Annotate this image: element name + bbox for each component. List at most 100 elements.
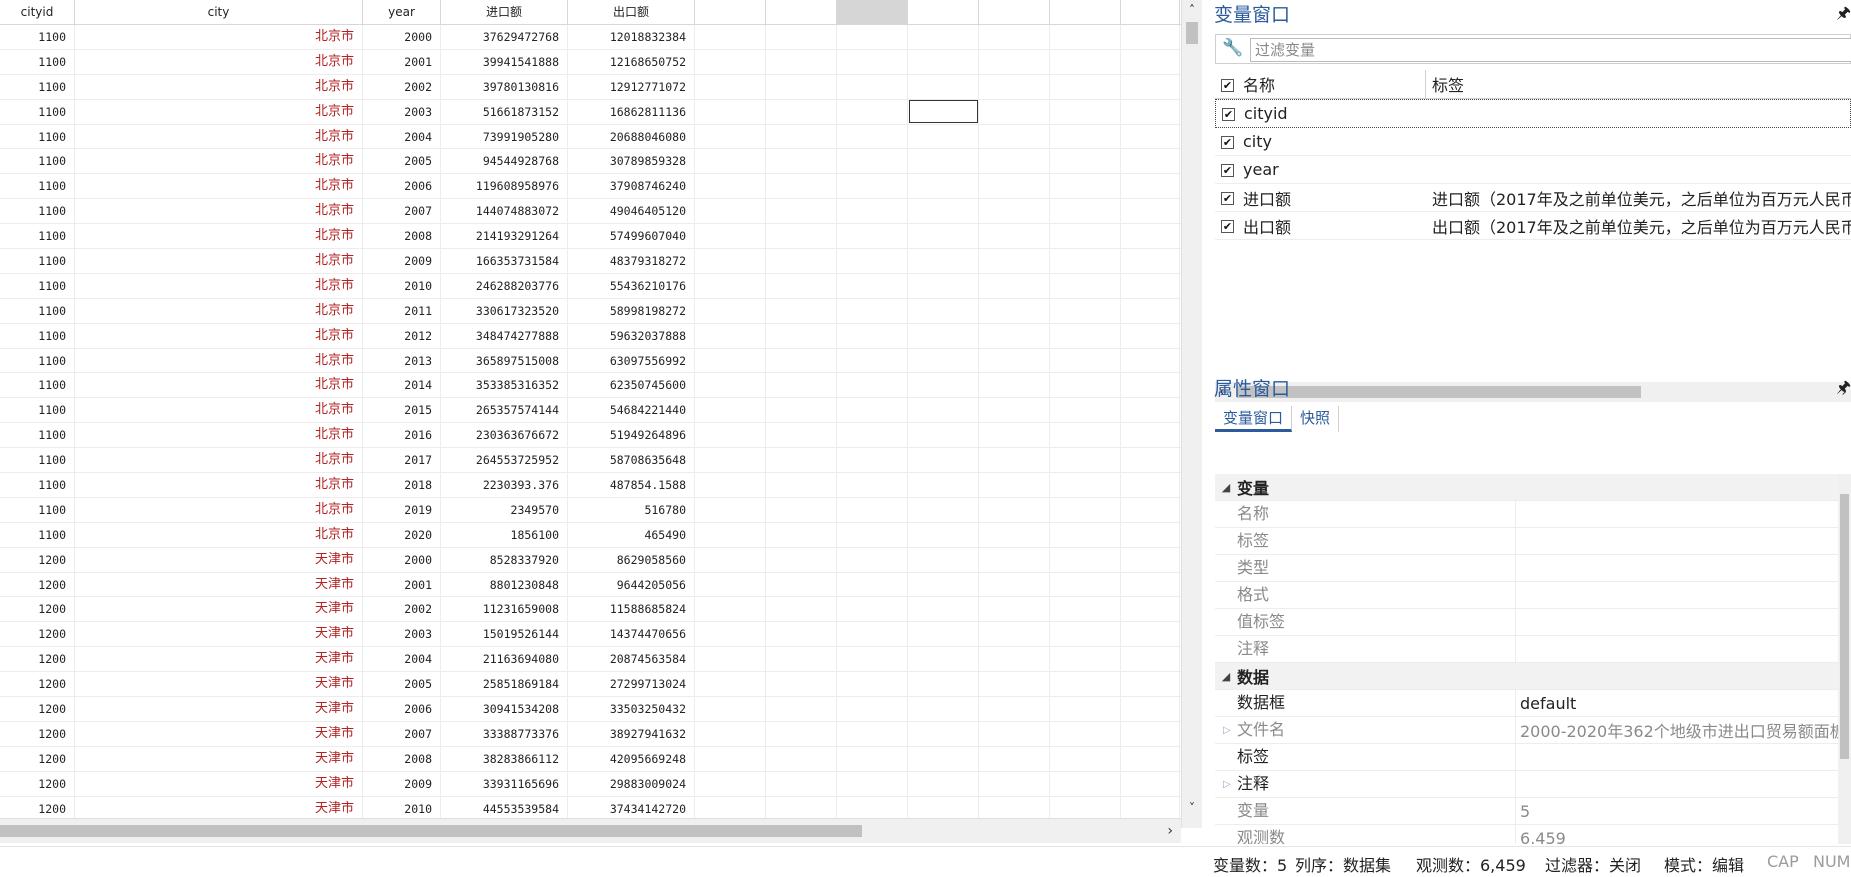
table-cell[interactable]: 2017 [363, 448, 441, 473]
table-cell[interactable]: 48379318272 [568, 249, 695, 273]
table-cell[interactable] [908, 746, 979, 771]
table-cell[interactable]: 30789859328 [568, 149, 695, 174]
table-row[interactable]: 1100 北京市 2010 246288203776 55436210176 [0, 273, 1181, 299]
property-row[interactable]: 值标签 [1215, 609, 1851, 636]
table-cell[interactable] [1050, 398, 1121, 423]
table-cell[interactable] [837, 224, 908, 249]
table-cell[interactable]: 51949264896 [568, 423, 695, 448]
table-cell[interactable]: 365897515008 [441, 348, 568, 373]
table-cell[interactable]: 11231659008 [441, 597, 568, 622]
table-cell[interactable] [695, 746, 766, 771]
table-cell[interactable] [908, 771, 979, 796]
table-cell[interactable]: 54684221440 [568, 398, 695, 423]
table-cell[interactable]: 2000 [363, 25, 441, 49]
table-cell[interactable]: 44553539584 [441, 796, 568, 818]
table-cell[interactable]: 天津市 [75, 697, 363, 721]
table-row[interactable]: 1100 北京市 2001 39941541888 12168650752 [0, 49, 1181, 75]
table-cell[interactable] [1050, 448, 1121, 473]
table-cell[interactable] [908, 697, 979, 721]
table-cell[interactable]: 2230393.376 [441, 473, 568, 497]
table-cell[interactable]: 38283866112 [441, 746, 568, 771]
table-cell[interactable]: 59632037888 [568, 323, 695, 348]
table-cell[interactable] [1121, 74, 1180, 99]
table-cell[interactable]: 14374470656 [568, 622, 695, 647]
table-cell[interactable]: 天津市 [75, 672, 363, 697]
table-cell[interactable] [766, 473, 837, 497]
table-cell[interactable]: 264553725952 [441, 448, 568, 473]
table-cell[interactable]: 2001 [363, 572, 441, 597]
table-row[interactable]: 1100 北京市 2019 2349570 516780 [0, 497, 1181, 523]
table-cell[interactable]: 1100 [0, 249, 75, 273]
table-row[interactable]: 1100 北京市 2014 353385316352 62350745600 [0, 373, 1181, 399]
table-cell[interactable] [837, 721, 908, 746]
table-cell[interactable]: 8528337920 [441, 547, 568, 572]
table-cell[interactable] [766, 124, 837, 149]
table-cell[interactable] [837, 298, 908, 323]
table-cell[interactable]: 1100 [0, 74, 75, 99]
table-cell[interactable] [1050, 174, 1121, 199]
table-cell[interactable] [908, 249, 979, 273]
table-cell[interactable] [766, 49, 837, 74]
property-row[interactable]: 标签 [1215, 528, 1851, 555]
table-cell[interactable]: 2007 [363, 721, 441, 746]
table-cell[interactable] [1050, 74, 1121, 99]
table-cell[interactable]: 北京市 [75, 99, 363, 124]
table-cell[interactable] [695, 199, 766, 224]
table-cell[interactable]: 516780 [568, 497, 695, 522]
table-cell[interactable] [837, 672, 908, 697]
table-cell[interactable] [908, 49, 979, 74]
table-cell[interactable] [1050, 547, 1121, 572]
table-cell[interactable]: 北京市 [75, 348, 363, 373]
table-cell[interactable]: 166353731584 [441, 249, 568, 273]
table-cell[interactable]: 12018832384 [568, 25, 695, 49]
table-cell[interactable] [908, 224, 979, 249]
table-cell[interactable] [837, 697, 908, 721]
table-cell[interactable] [979, 124, 1050, 149]
table-cell[interactable] [979, 373, 1050, 398]
table-cell[interactable] [908, 572, 979, 597]
table-cell[interactable]: 北京市 [75, 49, 363, 74]
table-cell[interactable] [695, 49, 766, 74]
table-cell[interactable] [695, 224, 766, 249]
table-cell[interactable] [766, 348, 837, 373]
grid-horizontal-scrollbar[interactable]: › [0, 818, 1181, 843]
table-cell[interactable] [766, 672, 837, 697]
table-row[interactable]: 1100 北京市 2008 214193291264 57499607040 [0, 224, 1181, 250]
table-cell[interactable] [1121, 448, 1180, 473]
table-cell[interactable] [837, 273, 908, 298]
table-cell[interactable] [908, 597, 979, 622]
table-cell[interactable] [979, 99, 1050, 124]
table-cell[interactable]: 2004 [363, 124, 441, 149]
table-cell[interactable] [979, 597, 1050, 622]
table-cell[interactable]: 1100 [0, 174, 75, 199]
table-row[interactable]: 1100 北京市 2004 73991905280 20688046080 [0, 124, 1181, 150]
table-cell[interactable] [1121, 473, 1180, 497]
table-cell[interactable]: 北京市 [75, 224, 363, 249]
table-cell[interactable]: 天津市 [75, 597, 363, 622]
scroll-up-arrow-icon[interactable]: ˄ [1182, 0, 1202, 20]
table-row[interactable]: 1200 天津市 2002 11231659008 11588685824 [0, 597, 1181, 623]
table-cell[interactable] [766, 398, 837, 423]
table-cell[interactable] [837, 473, 908, 497]
table-cell[interactable]: 北京市 [75, 423, 363, 448]
table-cell[interactable]: 20874563584 [568, 647, 695, 672]
property-row[interactable]: ▷ 注释 [1215, 771, 1851, 798]
table-cell[interactable] [766, 796, 837, 818]
table-cell[interactable]: 2000 [363, 547, 441, 572]
table-cell[interactable] [979, 796, 1050, 818]
table-cell[interactable]: 58708635648 [568, 448, 695, 473]
table-cell[interactable]: 144074883072 [441, 199, 568, 224]
table-row[interactable]: 1200 天津市 2004 21163694080 20874563584 [0, 647, 1181, 673]
expand-arrow-icon[interactable]: ▷ [1223, 725, 1231, 736]
table-cell[interactable]: 1100 [0, 398, 75, 423]
table-cell[interactable] [1050, 423, 1121, 448]
table-row[interactable]: 1100 北京市 2005 94544928768 30789859328 [0, 149, 1181, 175]
table-row[interactable]: 1100 北京市 2002 39780130816 12912771072 [0, 74, 1181, 100]
table-cell[interactable]: 北京市 [75, 373, 363, 398]
table-cell[interactable]: 2007 [363, 199, 441, 224]
table-cell[interactable] [695, 522, 766, 547]
table-cell[interactable] [695, 298, 766, 323]
table-cell[interactable]: 55436210176 [568, 273, 695, 298]
table-cell[interactable] [979, 323, 1050, 348]
variable-row[interactable]: ✔ 进口额 进口额（2017年及之前单位美元，之后单位为百万元人民币） [1215, 184, 1851, 212]
